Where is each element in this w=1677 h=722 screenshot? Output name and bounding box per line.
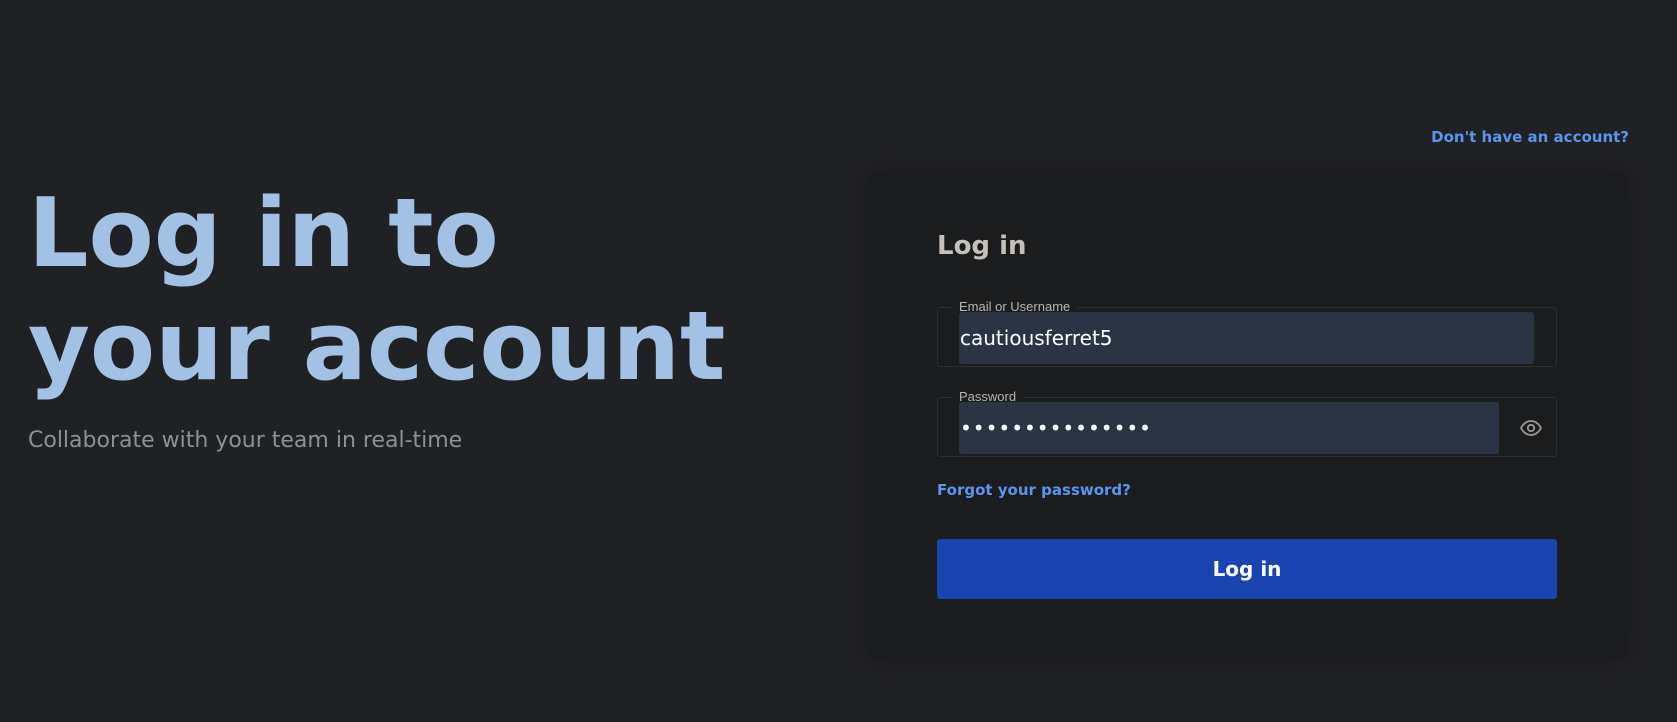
eye-icon	[1520, 420, 1542, 436]
hero-subtitle: Collaborate with your team in real-time	[28, 428, 463, 453]
show-password-toggle[interactable]	[1518, 415, 1544, 441]
signup-link[interactable]: Don't have an account?	[1431, 128, 1629, 146]
email-field: Email or Username	[937, 299, 1557, 367]
password-field: Password	[937, 389, 1557, 457]
forgot-password-link[interactable]: Forgot your password?	[937, 481, 1131, 499]
login-card: Log in Email or Username Password Forgot…	[867, 173, 1627, 658]
hero-title: Log in to your account	[28, 178, 725, 404]
login-card-title: Log in	[937, 231, 1027, 261]
login-button[interactable]: Log in	[937, 539, 1557, 599]
password-input[interactable]	[959, 402, 1499, 454]
hero-title-line-1: Log in to	[28, 179, 499, 289]
hero: Log in to your account Collaborate with …	[28, 178, 725, 453]
hero-title-line-2: your account	[28, 292, 726, 402]
email-input[interactable]	[959, 312, 1534, 364]
